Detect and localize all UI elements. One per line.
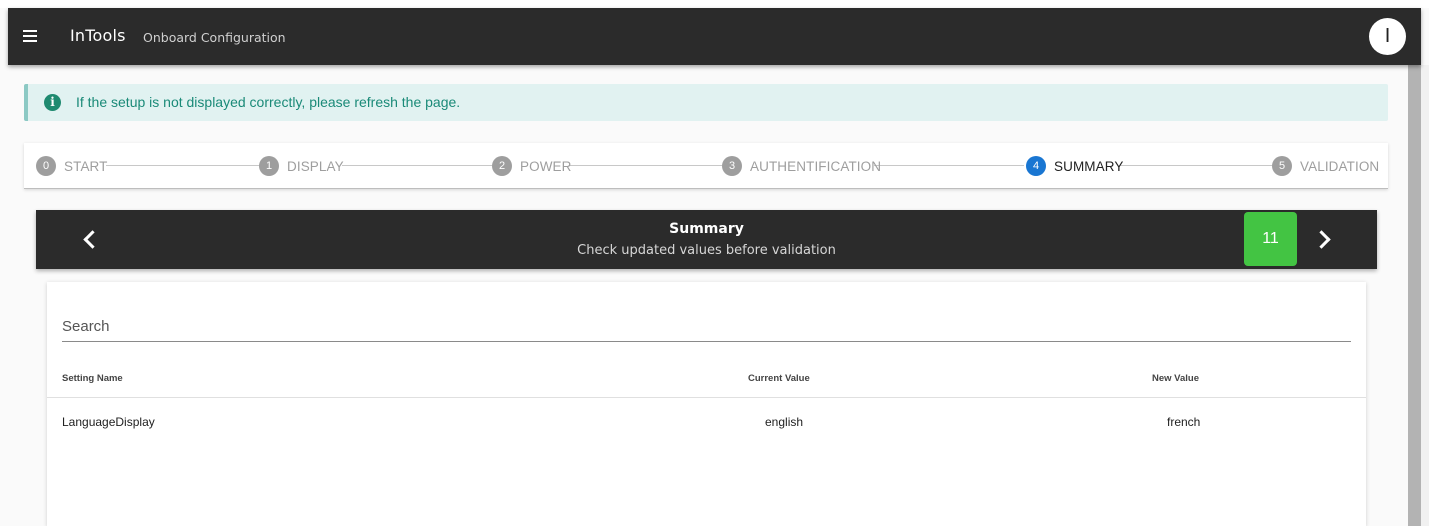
app-bar: InTools Onboard Configuration I — [8, 8, 1421, 65]
new-value-cell: french — [1167, 415, 1201, 429]
step-title: Summary — [669, 221, 744, 237]
scrollbar-thumb[interactable] — [1408, 65, 1421, 526]
changes-count-badge[interactable]: 11 — [1244, 212, 1297, 266]
menu-icon[interactable] — [20, 27, 40, 45]
column-header-current-value[interactable]: Current Value — [748, 373, 810, 384]
step-number: 1 — [259, 156, 279, 176]
step-header: Summary Check updated values before vali… — [36, 210, 1377, 269]
step-power[interactable]: 2 POWER — [492, 156, 572, 176]
app-title: InTools — [70, 26, 126, 45]
step-start[interactable]: 0 START — [36, 156, 108, 176]
column-header-new-value[interactable]: New Value — [1152, 373, 1199, 384]
step-connector — [874, 165, 1024, 166]
step-number: 4 — [1026, 156, 1046, 176]
setting-name-cell: LanguageDisplay — [62, 415, 155, 429]
table-header: Setting Name Current Value New Value — [47, 362, 1366, 398]
step-summary[interactable]: 4 SUMMARY — [1026, 156, 1123, 176]
step-connector — [1120, 165, 1272, 166]
previous-step-button[interactable] — [64, 210, 114, 269]
info-icon: i — [44, 94, 61, 111]
step-label: SUMMARY — [1054, 158, 1124, 174]
step-number: 5 — [1272, 156, 1292, 176]
next-step-button[interactable] — [1299, 210, 1349, 269]
step-connector — [342, 165, 492, 166]
step-label: DISPLAY — [287, 158, 344, 174]
step-number: 3 — [722, 156, 742, 176]
summary-card: Setting Name Current Value New Value Lan… — [47, 282, 1366, 526]
app-subtitle: Onboard Configuration — [143, 30, 286, 45]
column-header-setting-name[interactable]: Setting Name — [62, 373, 123, 384]
step-label: VALIDATION — [1300, 158, 1380, 174]
step-authentification[interactable]: 3 AUTHENTIFICATION — [722, 156, 881, 176]
step-label: POWER — [520, 158, 572, 174]
table-row: LanguageDisplay english french — [47, 399, 1366, 443]
alert-text: If the setup is not displayed correctly,… — [76, 94, 461, 110]
search-input[interactable] — [62, 312, 1351, 342]
step-number: 2 — [492, 156, 512, 176]
chevron-right-icon — [1311, 230, 1331, 249]
step-connector — [569, 165, 722, 166]
step-validation[interactable]: 5 VALIDATION — [1272, 156, 1379, 176]
screen: InTools Onboard Configuration I i If the… — [0, 0, 1429, 526]
stepper: 0 START 1 DISPLAY 2 POWER 3 AUTHENTIFICA… — [24, 143, 1388, 189]
step-label: START — [64, 158, 108, 174]
top-strip — [0, 0, 1429, 8]
step-connector — [106, 165, 259, 166]
step-label: AUTHENTIFICATION — [750, 158, 882, 174]
current-value-cell: english — [765, 415, 804, 429]
step-display[interactable]: 1 DISPLAY — [259, 156, 344, 176]
user-avatar[interactable]: I — [1369, 18, 1406, 55]
step-number: 0 — [36, 156, 56, 176]
refresh-alert: i If the setup is not displayed correctl… — [24, 84, 1388, 121]
step-subtitle: Check updated values before validation — [577, 243, 836, 258]
